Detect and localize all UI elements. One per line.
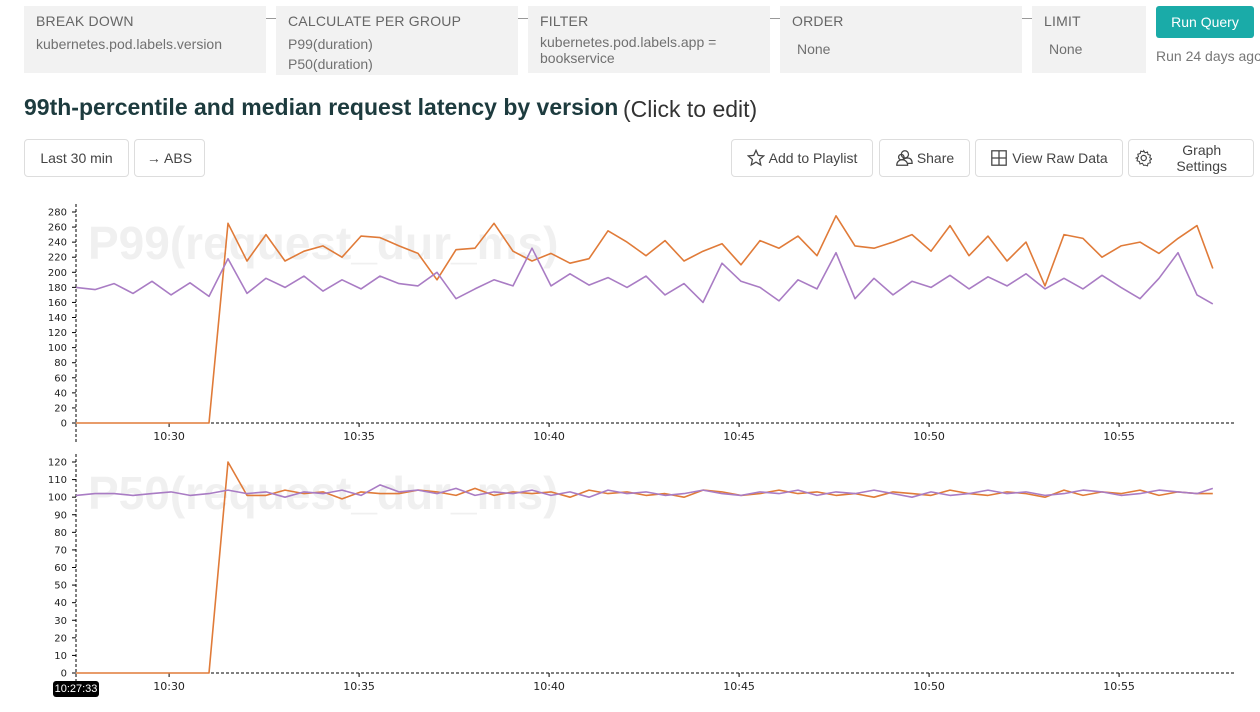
share-users-icon xyxy=(895,150,913,166)
y-tick-label: 220 xyxy=(48,253,67,264)
filter-label: FILTER xyxy=(540,13,589,29)
series-line xyxy=(75,247,1214,305)
y-tick-label: 80 xyxy=(54,528,67,539)
add-to-playlist-button[interactable]: Add to Playlist xyxy=(731,139,873,177)
abs-label: → ABS xyxy=(146,150,193,166)
grid-icon xyxy=(991,150,1008,166)
run-query-button[interactable]: Run Query xyxy=(1156,6,1254,38)
calculate-box[interactable]: CALCULATE PER GROUP P99(duration) P50(du… xyxy=(276,6,518,75)
hover-time-tooltip: 10:27:33 xyxy=(53,681,99,697)
limit-value: None xyxy=(1049,41,1083,57)
connector xyxy=(518,18,528,19)
y-tick-label: 60 xyxy=(54,563,67,574)
y-tick-label: 40 xyxy=(54,598,67,609)
y-tick-label: 260 xyxy=(48,223,67,234)
y-tick-label: 90 xyxy=(54,510,67,521)
x-tick-label: 10:55 xyxy=(1103,680,1135,693)
limit-box[interactable]: LIMIT None xyxy=(1032,6,1146,73)
order-box[interactable]: ORDER None xyxy=(780,6,1022,73)
x-tick-label: 10:40 xyxy=(533,430,565,443)
calculate-value: P99(duration) xyxy=(288,36,373,52)
y-tick-label: 0 xyxy=(61,419,67,430)
breakdown-value: kubernetes.pod.labels.version xyxy=(36,36,223,52)
view-raw-data-label: View Raw Data xyxy=(1012,150,1108,166)
x-tick-label: 10:50 xyxy=(913,430,945,443)
y-tick-label: 100 xyxy=(48,493,67,504)
chart-watermark-title: P99(request_dur_ms) xyxy=(88,217,558,269)
gear-icon xyxy=(1135,149,1153,167)
x-tick-label: 10:50 xyxy=(913,680,945,693)
breakdown-box[interactable]: BREAK DOWN kubernetes.pod.labels.version xyxy=(24,6,266,73)
time-range-label: Last 30 min xyxy=(40,150,113,166)
page-title[interactable]: 99th-percentile and median request laten… xyxy=(24,94,618,121)
share-button[interactable]: Share xyxy=(879,139,970,177)
breakdown-label: BREAK DOWN xyxy=(36,13,134,29)
calculate-value: P50(duration) xyxy=(288,56,373,72)
y-tick-label: 110 xyxy=(48,475,67,486)
connector xyxy=(266,18,276,19)
add-to-playlist-label: Add to Playlist xyxy=(768,150,858,166)
y-tick-label: 120 xyxy=(48,458,67,469)
y-tick-label: 100 xyxy=(48,343,67,354)
y-tick-label: 30 xyxy=(54,616,67,627)
y-tick-label: 120 xyxy=(48,328,67,339)
star-icon xyxy=(746,149,765,167)
x-tick-label: 10:45 xyxy=(723,430,755,443)
view-raw-data-button[interactable]: View Raw Data xyxy=(975,139,1123,177)
order-value: None xyxy=(797,41,831,57)
chart-watermark-title: P50(request_dur_ms) xyxy=(88,467,558,519)
filter-value: bookservice xyxy=(540,50,615,66)
y-tick-label: 40 xyxy=(54,388,67,399)
connector xyxy=(1022,18,1032,19)
x-tick-label: 10:40 xyxy=(533,680,565,693)
graph-settings-button[interactable]: Graph Settings xyxy=(1128,139,1254,177)
abs-button[interactable]: → ABS xyxy=(134,139,205,177)
filter-value: kubernetes.pod.labels.app = xyxy=(540,34,717,50)
y-tick-label: 20 xyxy=(54,633,67,644)
series-line xyxy=(76,461,1213,674)
y-tick-label: 80 xyxy=(54,358,67,369)
y-tick-label: 160 xyxy=(48,298,67,309)
x-tick-label: 10:35 xyxy=(343,430,375,443)
y-tick-label: 10 xyxy=(54,651,67,662)
y-tick-label: 0 xyxy=(61,669,67,680)
x-tick-label: 10:45 xyxy=(723,680,755,693)
y-tick-label: 50 xyxy=(54,581,67,592)
y-tick-label: 60 xyxy=(54,373,67,384)
series-line xyxy=(76,215,1214,424)
order-label: ORDER xyxy=(792,13,844,29)
series-line xyxy=(75,484,1214,499)
graph-settings-label: Graph Settings xyxy=(1176,142,1228,174)
y-tick-label: 140 xyxy=(48,313,67,324)
y-tick-label: 180 xyxy=(48,283,67,294)
x-tick-label: 10:55 xyxy=(1103,430,1135,443)
share-label: Share xyxy=(916,150,955,166)
y-tick-label: 70 xyxy=(54,545,67,556)
y-tick-label: 240 xyxy=(48,238,67,249)
limit-label: LIMIT xyxy=(1044,13,1081,29)
y-tick-label: 200 xyxy=(48,268,67,279)
filter-box[interactable]: FILTER kubernetes.pod.labels.app = books… xyxy=(528,6,770,73)
x-tick-label: 10:35 xyxy=(343,680,375,693)
y-tick-label: 20 xyxy=(54,403,67,414)
y-tick-label: 280 xyxy=(48,208,67,219)
connector xyxy=(770,18,780,19)
x-tick-label: 10:30 xyxy=(153,680,185,693)
x-tick-label: 10:30 xyxy=(153,430,185,443)
calculate-label: CALCULATE PER GROUP xyxy=(288,13,462,29)
edit-title-hint[interactable]: (Click to edit) xyxy=(623,96,757,123)
time-range-button[interactable]: Last 30 min xyxy=(24,139,129,177)
run-status: Run 24 days ago xyxy=(1156,48,1260,64)
